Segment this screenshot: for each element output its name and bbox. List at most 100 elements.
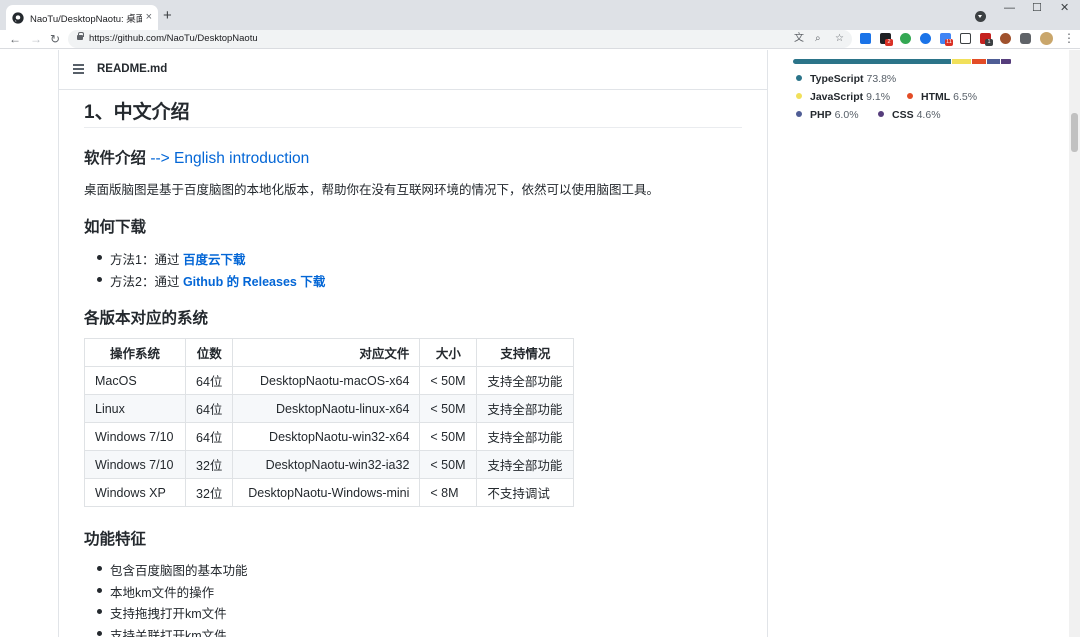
table-cell: Windows XP xyxy=(84,478,186,507)
list-item: 本地km文件的操作 xyxy=(96,582,214,601)
table-cell: 支持全部功能 xyxy=(476,366,575,395)
table-cell: 不支持调试 xyxy=(476,478,575,507)
scrollbar-thumb[interactable] xyxy=(1071,113,1078,152)
column-header: 对应文件 xyxy=(232,338,421,367)
tab-search-icon[interactable] xyxy=(975,11,986,22)
extension-icon[interactable]: 2 xyxy=(880,33,893,46)
table-cell: < 8M xyxy=(419,478,478,507)
url-text[interactable]: https://github.com/NaoTu/DesktopNaotu xyxy=(89,33,258,44)
table-row: Windows XP 32位 DesktopNaotu-Windows-mini… xyxy=(84,478,575,507)
column-header: 大小 xyxy=(419,338,478,367)
heading-divider xyxy=(84,127,742,128)
puzzle-icon[interactable] xyxy=(1020,33,1031,44)
table-cell: 支持全部功能 xyxy=(476,422,575,451)
table-cell: < 50M xyxy=(419,450,478,479)
heading-how-to-download: 如何下载 xyxy=(84,219,147,236)
reload-button[interactable]: ↻ xyxy=(50,32,60,46)
bookmark-star-icon[interactable]: ☆ xyxy=(835,33,844,45)
zoom-icon[interactable]: ⌕ xyxy=(815,33,821,45)
table-cell: DesktopNaotu-linux-x64 xyxy=(232,394,421,423)
language-bar-segment xyxy=(972,59,987,64)
table-cell: < 50M xyxy=(419,366,478,395)
heading-features: 功能特征 xyxy=(84,531,147,548)
table-cell: 32位 xyxy=(184,450,234,479)
list-item: 支持拖拽打开km文件 xyxy=(97,603,227,622)
tab-close-icon[interactable]: × xyxy=(146,12,152,23)
table-cell: DesktopNaotu-Windows-mini xyxy=(232,478,421,507)
language-bar xyxy=(793,59,1012,64)
table-cell: 支持全部功能 xyxy=(476,450,575,479)
language-bar-segment xyxy=(951,59,972,64)
table-header-row: 操作系统 位数 对应文件 大小 支持情况 xyxy=(84,338,575,367)
heading-chinese-intro: 1、中文介绍 xyxy=(84,102,190,123)
avatar[interactable] xyxy=(1040,32,1053,45)
extension-icon[interactable] xyxy=(900,33,911,44)
table-cell: 32位 xyxy=(184,478,234,507)
list-item: 方法1：通过 百度云下载 xyxy=(96,249,246,268)
language-bar-segment xyxy=(1001,59,1011,64)
baidu-cloud-download-link[interactable]: 百度云下载 xyxy=(183,253,246,267)
versions-table: 操作系统 位数 对应文件 大小 支持情况 MacOS 64位 DesktopNa… xyxy=(84,338,575,507)
list-item: 支持关联打开km文件 xyxy=(97,625,227,637)
extension-icon[interactable] xyxy=(920,33,931,44)
browser-menu-icon[interactable]: ⋮ xyxy=(1063,31,1075,45)
language-color-dot xyxy=(878,111,884,117)
language-item[interactable]: CSS 4.6% xyxy=(878,109,941,121)
table-row: Windows 7/10 32位 DesktopNaotu-win32-ia32… xyxy=(84,450,575,479)
heading-versions: 各版本对应的系统 xyxy=(84,310,209,327)
language-bar-segment xyxy=(793,59,951,64)
heading-software-intro: 软件介绍 --> English introduction xyxy=(84,146,309,168)
table-cell: DesktopNaotu-macOS-x64 xyxy=(232,366,421,395)
minimize-button[interactable]: — xyxy=(1004,3,1015,14)
language-color-dot xyxy=(796,75,802,81)
extension-icon[interactable]: 1 xyxy=(980,33,993,46)
extension-icon[interactable] xyxy=(1000,33,1011,44)
language-bar-segment xyxy=(987,59,1001,64)
extension-icon[interactable] xyxy=(960,33,971,44)
table-cell: Linux xyxy=(84,394,186,423)
table-cell: DesktopNaotu-win32-x64 xyxy=(232,422,421,451)
browser-toolbar: ← → ↻ https://github.com/NaoTu/DesktopNa… xyxy=(0,30,1080,49)
table-cell: < 50M xyxy=(419,422,478,451)
table-cell: 64位 xyxy=(184,366,234,395)
language-item[interactable]: HTML 6.5% xyxy=(907,91,977,103)
tab-strip: NaoTu/DesktopNaotu: 桌面版脑图 × + — ☐ ✕ xyxy=(0,0,1080,30)
extension-icon[interactable] xyxy=(860,33,871,44)
column-header: 位数 xyxy=(184,338,234,367)
list-item: 方法2：通过 Github 的 Releases 下载 xyxy=(96,271,325,290)
table-cell: 支持全部功能 xyxy=(476,394,575,423)
table-cell: Windows 7/10 xyxy=(84,422,186,451)
language-item[interactable]: PHP 6.0% xyxy=(796,109,859,121)
github-page: README.md 1、中文介绍 软件介绍 --> English introd… xyxy=(0,50,1080,637)
table-cell: 64位 xyxy=(184,422,234,451)
address-bar[interactable]: https://github.com/NaoTu/DesktopNaotu 文 … xyxy=(68,30,852,48)
table-cell: DesktopNaotu-win32-ia32 xyxy=(232,450,421,479)
language-color-dot xyxy=(796,111,802,117)
heading-software-intro-text: 软件介绍 xyxy=(84,150,147,167)
readme-filename: README.md xyxy=(97,63,168,75)
browser-tab[interactable]: NaoTu/DesktopNaotu: 桌面版脑图 × xyxy=(6,5,158,30)
translate-icon[interactable]: 文 xyxy=(794,33,804,45)
lock-icon xyxy=(77,32,84,40)
tab-title: NaoTu/DesktopNaotu: 桌面版脑图 xyxy=(30,13,142,25)
table-cell: Windows 7/10 xyxy=(84,450,186,479)
table-row: MacOS 64位 DesktopNaotu-macOS-x64 < 50M 支… xyxy=(84,366,575,395)
close-window-button[interactable]: ✕ xyxy=(1060,3,1069,14)
new-tab-button[interactable]: + xyxy=(163,8,172,23)
page-scrollbar[interactable] xyxy=(1069,50,1080,637)
extension-icon[interactable]: 11 xyxy=(940,33,953,46)
column-header: 操作系统 xyxy=(84,338,186,367)
github-releases-link[interactable]: Github 的 Releases 下载 xyxy=(183,275,325,289)
language-color-dot xyxy=(796,93,802,99)
github-icon xyxy=(12,11,24,24)
back-button[interactable]: ← xyxy=(9,32,21,46)
language-item[interactable]: TypeScript 73.8% xyxy=(796,73,896,85)
english-intro-link[interactable]: --> English introduction xyxy=(150,150,309,167)
column-header: 支持情况 xyxy=(476,338,575,367)
language-item[interactable]: JavaScript 9.1% xyxy=(796,91,890,103)
table-row: Linux 64位 DesktopNaotu-linux-x64 < 50M 支… xyxy=(84,394,575,423)
forward-button[interactable]: → xyxy=(30,32,42,46)
intro-paragraph: 桌面版脑图是基于百度脑图的本地化版本，帮助你在没有互联网环境的情况下，依然可以使… xyxy=(84,183,660,197)
list-icon[interactable] xyxy=(73,64,84,74)
maximize-button[interactable]: ☐ xyxy=(1032,3,1042,14)
